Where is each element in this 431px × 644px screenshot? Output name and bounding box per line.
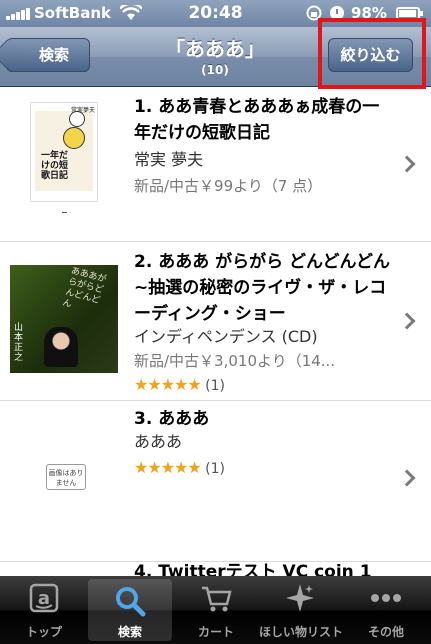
cover-title-text: 一年だけの短歌日記 (41, 151, 69, 181)
chevron-right-icon (398, 312, 416, 330)
tab-label: その他 (367, 625, 404, 639)
no-image-placeholder: 画像はありません (46, 464, 86, 490)
result-count: (10) (201, 63, 229, 77)
book-cover-image: 常実夢夫 一年だけの短歌日記 (30, 102, 98, 202)
item-author: インディペンデンス (CD) (134, 327, 318, 346)
search-icon (116, 587, 146, 617)
album-cover-image: あああがらがらどんどんどん 山本正之 (10, 265, 118, 373)
back-button-label: 検索 (38, 46, 69, 64)
item-rating: ★★★★★ (1) (134, 458, 225, 479)
cover-artist-text: 山本正之 (14, 323, 24, 363)
list-item[interactable]: あああがらがらどんどんどん 山本正之 2. あああ がらがら どんどんどん~抽選… (0, 243, 431, 401)
wishlist-sparkle-icon (286, 584, 314, 612)
item-title[interactable]: 3. あああ (134, 406, 396, 432)
item-title[interactable]: 4. Twitterテスト VC coin 1 (134, 559, 424, 576)
tab-search[interactable]: 検索 (88, 579, 172, 641)
rating-count: (1) (205, 461, 226, 477)
list-item[interactable]: 画像はありません 3. あああ あああ ★★★★★ (1) (0, 402, 431, 562)
star-rating-icon: ★★★★★ (134, 458, 202, 477)
tab-more[interactable]: その他 (344, 576, 428, 644)
item-price: 新品/中古￥3,010より（14... (134, 352, 336, 370)
list-item[interactable]: 4. Twitterテスト VC coin 1 (0, 562, 431, 576)
rating-count: (1) (205, 378, 226, 394)
chevron-right-icon (398, 155, 416, 173)
page-title: 「あああ」 (165, 37, 265, 61)
item-title[interactable]: 1. ああ青春とあああぁ成春の一年だけの短歌日記 (134, 94, 396, 146)
list-item[interactable]: 常実夢夫 一年だけの短歌日記 1. ああ青春とあああぁ成春の一年だけの短歌日記 … (0, 88, 431, 242)
cover-album-text: あああがらがらどんどんどん (61, 266, 108, 310)
tab-cart[interactable]: カート (174, 576, 258, 644)
tab-top[interactable]: a トップ (2, 576, 86, 644)
tab-label: カート (197, 625, 234, 639)
tab-label: ほしい物リスト (258, 625, 343, 639)
item-author: 常実 夢夫 (134, 150, 204, 169)
item-title[interactable]: 2. あああ がらがら どんどんどん~抽選の秘密のライヴ・ザ・レコーディング・シ… (134, 249, 396, 327)
tab-wishlist[interactable]: ほしい物リスト (258, 576, 344, 644)
search-results-list[interactable]: 常実夢夫 一年だけの短歌日記 1. ああ青春とあああぁ成春の一年だけの短歌日記 … (0, 88, 431, 576)
amazon-icon: a (29, 583, 59, 613)
tab-label: 検索 (117, 625, 142, 639)
item-author: あああ (134, 432, 183, 451)
back-search-button[interactable]: 検索 (6, 38, 90, 72)
star-rating-icon: ★★★★★ (134, 375, 202, 394)
cart-icon (202, 586, 232, 612)
chevron-right-icon (398, 469, 416, 487)
more-icon (371, 594, 401, 602)
tab-bar: a トップ 検索 カート ほしい物リスト その他 (0, 576, 431, 644)
tab-label: トップ (25, 625, 62, 639)
item-rating: ★★★★★ (1) (134, 375, 225, 396)
filter-highlight-box (318, 18, 426, 89)
item-price: 新品/中古￥99より（7 点） (134, 177, 323, 195)
